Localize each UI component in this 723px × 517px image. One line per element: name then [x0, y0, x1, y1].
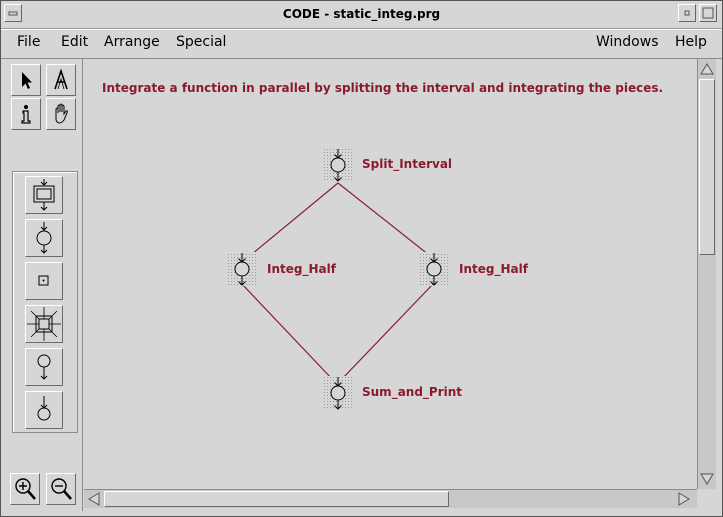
node-label-integ-half-left: Integ_Half — [267, 262, 336, 276]
horizontal-scroll-thumb[interactable] — [104, 491, 449, 507]
scroll-corner — [698, 490, 716, 508]
text-tool-icon — [54, 68, 68, 90]
arc-left-to-sum[interactable] — [240, 282, 335, 382]
node-label-integ-half-right: Integ_Half — [459, 262, 528, 276]
info-icon — [21, 105, 31, 124]
pointer-tool[interactable] — [11, 64, 41, 96]
hand-icon — [55, 103, 68, 124]
menu-windows[interactable]: Windows — [596, 34, 659, 50]
app-window: CODE - static_integ.prg File Edit Arrang… — [0, 0, 723, 517]
output-port-icon — [37, 396, 51, 421]
title-bar[interactable]: CODE - static_integ.prg — [1, 1, 722, 29]
arc-split-to-left[interactable] — [245, 182, 339, 260]
create-node-tool[interactable] — [25, 305, 63, 343]
zoom-in-tool[interactable] — [10, 473, 40, 505]
input-port-tool[interactable] — [25, 348, 63, 386]
text-tool[interactable] — [46, 64, 76, 96]
horizontal-scrollbar[interactable] — [84, 489, 697, 508]
vertical-scroll-thumb[interactable] — [699, 79, 715, 255]
menu-special[interactable]: Special — [176, 34, 226, 50]
node-integ-half-right[interactable] — [419, 252, 449, 286]
scroll-up-icon[interactable] — [699, 61, 715, 77]
arc-right-to-sum[interactable] — [339, 282, 435, 382]
scroll-right-icon[interactable] — [676, 491, 692, 507]
menu-file[interactable]: File — [17, 34, 40, 50]
window-title: CODE - static_integ.prg — [282, 7, 441, 21]
call-node-tool[interactable] — [25, 176, 63, 214]
zoom-out-tool[interactable] — [46, 473, 76, 505]
call-node-icon — [33, 179, 55, 211]
maximize-icon — [702, 7, 714, 19]
compute-node-tool[interactable] — [25, 219, 63, 257]
menu-help[interactable]: Help — [675, 34, 707, 50]
graph-canvas[interactable]: Integrate a function in parallel by spli… — [84, 59, 696, 489]
node-label-sum-and-print: Sum_and_Print — [362, 385, 463, 399]
compute-node-icon — [36, 222, 52, 254]
input-port-icon — [37, 354, 51, 380]
comment-node-tool[interactable] — [25, 262, 63, 300]
info-tool[interactable] — [11, 98, 41, 130]
node-split-interval[interactable] — [323, 148, 353, 182]
create-node-icon — [27, 307, 61, 341]
hand-tool[interactable] — [46, 98, 76, 130]
dataflow-graph — [227, 148, 449, 410]
zoom-out-icon — [51, 478, 72, 500]
scroll-down-icon[interactable] — [699, 471, 715, 487]
tool-palette — [1, 59, 83, 511]
output-port-tool[interactable] — [25, 391, 63, 429]
pointer-icon — [22, 72, 32, 89]
comment-node-icon — [38, 275, 49, 286]
arc-split-to-right[interactable] — [337, 182, 435, 260]
node-integ-half-left[interactable] — [227, 252, 257, 286]
minimize-icon — [684, 10, 690, 16]
scroll-left-icon[interactable] — [86, 491, 102, 507]
menu-arrange[interactable]: Arrange — [104, 34, 160, 50]
minimize-button[interactable] — [678, 4, 696, 22]
menu-edit[interactable]: Edit — [61, 34, 88, 50]
node-label-split-interval: Split_Interval — [362, 157, 453, 171]
vertical-scrollbar[interactable] — [697, 59, 716, 489]
menu-bar: File Edit Arrange Special Windows Help — [1, 29, 722, 59]
node-tool-group — [12, 171, 78, 433]
zoom-in-icon — [15, 478, 36, 500]
node-sum-and-print[interactable] — [322, 376, 354, 410]
maximize-button[interactable] — [699, 4, 717, 22]
